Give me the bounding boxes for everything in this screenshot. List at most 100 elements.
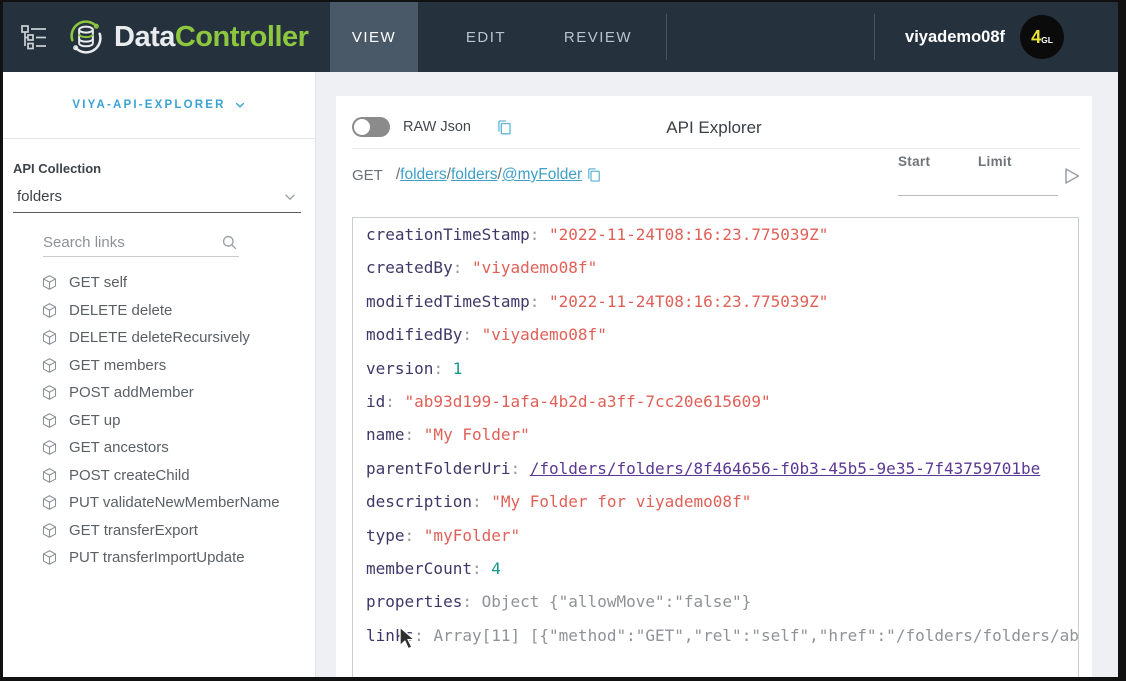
tab-review[interactable]: REVIEW xyxy=(554,2,642,72)
endpoint-label: DELETE delete xyxy=(69,302,172,319)
header-brand-area: DataController xyxy=(3,2,330,72)
request-path-link[interactable]: folders xyxy=(451,166,498,184)
endpoint-label: DELETE deleteRecursively xyxy=(69,329,250,346)
endpoint-cube-icon xyxy=(41,439,58,456)
screen: DataController VIEW EDIT REVIEW viyademo08… xyxy=(0,0,1126,681)
json-colon: : xyxy=(405,526,424,545)
panel-divider xyxy=(352,148,1080,149)
avatar[interactable]: 4 GL xyxy=(1020,15,1064,59)
copy-icon xyxy=(585,166,603,184)
search-links-input[interactable] xyxy=(43,234,220,251)
endpoint-label: GET up xyxy=(69,412,120,429)
search-icon xyxy=(220,233,239,252)
start-label: Start xyxy=(898,154,978,169)
endpoint-cube-icon xyxy=(41,467,58,484)
sidebar-endpoint-createChild[interactable]: POST createChild xyxy=(3,462,315,490)
json-colon: : xyxy=(530,225,549,244)
endpoint-label: GET members xyxy=(69,357,166,374)
tab-edit[interactable]: EDIT xyxy=(442,2,530,72)
user-menu[interactable]: viyademo08f 4 GL xyxy=(905,2,1118,72)
toggle-knob xyxy=(354,119,370,135)
endpoint-label: GET self xyxy=(69,274,127,291)
play-icon xyxy=(1062,166,1082,186)
sidebar-endpoint-deleteRecursively[interactable]: DELETE deleteRecursively xyxy=(3,324,315,352)
run-request-button[interactable] xyxy=(1062,166,1082,186)
endpoint-cube-icon xyxy=(41,549,58,566)
endpoint-label: POST createChild xyxy=(69,467,190,484)
json-key: modifiedTimeStamp xyxy=(366,292,530,311)
json-value: "viyademo08f" xyxy=(472,258,597,277)
json-colon: : xyxy=(462,325,481,344)
tree-menu-icon[interactable] xyxy=(17,20,51,54)
endpoint-label: GET transferExport xyxy=(69,522,198,539)
json-colon: : xyxy=(472,492,491,511)
header-divider-2 xyxy=(874,14,875,60)
json-value: 4 xyxy=(491,559,501,578)
json-key: modifiedBy xyxy=(366,325,462,344)
json-value: "2022-11-24T08:16:23.775039Z" xyxy=(549,225,828,244)
sidebar: VIYA-API-EXPLORER API Collection folders… xyxy=(3,72,316,677)
json-value: "2022-11-24T08:16:23.775039Z" xyxy=(549,292,828,311)
json-colon: : xyxy=(472,559,491,578)
json-key: version xyxy=(366,359,433,378)
header-spacer xyxy=(667,2,874,72)
copy-url-button[interactable] xyxy=(585,166,603,184)
json-value: "myFolder" xyxy=(424,526,520,545)
endpoint-label: GET ancestors xyxy=(69,439,169,456)
endpoint-label: POST addMember xyxy=(69,384,194,401)
json-colon: : xyxy=(511,459,530,478)
sidebar-endpoint-up[interactable]: GET up xyxy=(3,407,315,435)
api-collection-select[interactable]: folders xyxy=(13,188,301,213)
json-row: modifiedTimeStamp: "2022-11-24T08:16:23.… xyxy=(366,285,1078,318)
json-value: "My Folder" xyxy=(424,425,530,444)
sidebar-endpoint-members[interactable]: GET members xyxy=(3,352,315,380)
start-limit-input[interactable] xyxy=(898,195,1058,196)
app-window: DataController VIEW EDIT REVIEW viyademo08… xyxy=(3,2,1118,677)
sidebar-endpoint-transferExport[interactable]: GET transferExport xyxy=(3,517,315,545)
app-title: DataController xyxy=(114,21,308,54)
json-row: createdBy: "viyademo08f" xyxy=(366,251,1078,284)
json-value: Object {"allowMove":"false"} xyxy=(482,592,752,611)
limit-label: Limit xyxy=(978,154,1058,169)
json-row: description: "My Folder for viyademo08f" xyxy=(366,485,1078,518)
param-labels: Start Limit xyxy=(898,154,1058,169)
endpoint-label: PUT transferImportUpdate xyxy=(69,549,245,566)
json-value[interactable]: /folders/folders/8f464656-f0b3-45b5-9e35… xyxy=(530,459,1041,478)
json-response-viewer: creationTimeStamp: "2022-11-24T08:16:23.… xyxy=(352,217,1079,677)
username-label: viyademo08f xyxy=(905,28,1005,47)
sidebar-endpoint-self[interactable]: GET self xyxy=(3,269,315,297)
chevron-down-icon xyxy=(234,99,246,111)
expander-icon[interactable]: ▶ xyxy=(352,585,353,618)
project-selector[interactable]: VIYA-API-EXPLORER xyxy=(3,72,315,139)
request-path-link[interactable]: @myFolder xyxy=(502,166,582,184)
sidebar-endpoint-delete[interactable]: DELETE delete xyxy=(3,297,315,325)
raw-json-label: RAW Json xyxy=(403,119,471,135)
api-collection-section: API Collection folders xyxy=(13,161,301,213)
copy-response-button[interactable] xyxy=(495,118,514,137)
sidebar-endpoint-addMember[interactable]: POST addMember xyxy=(3,379,315,407)
endpoint-cube-icon xyxy=(41,522,58,539)
avatar-text-sub: GL xyxy=(1041,35,1053,45)
json-key: creationTimeStamp xyxy=(366,225,530,244)
json-key: links xyxy=(366,626,414,645)
chevron-down-icon xyxy=(283,190,297,204)
sidebar-endpoint-transferImportUpdate[interactable]: PUT transferImportUpdate xyxy=(3,544,315,572)
sidebar-endpoint-validateNewMemberName[interactable]: PUT validateNewMemberName xyxy=(3,489,315,517)
request-method: GET xyxy=(352,167,383,184)
tab-view[interactable]: VIEW xyxy=(330,2,418,72)
json-key: name xyxy=(366,425,405,444)
request-row: GET /folders/folders/@myFolder xyxy=(352,158,603,192)
expander-icon[interactable]: ▶ xyxy=(352,619,353,652)
json-colon: : xyxy=(433,359,452,378)
avatar-text-main: 4 xyxy=(1031,27,1041,48)
pagination-params: Start Limit xyxy=(898,154,1058,196)
request-path-link[interactable]: folders xyxy=(400,166,447,184)
raw-json-toggle[interactable] xyxy=(352,117,390,137)
main-nav-tabs: VIEW EDIT REVIEW xyxy=(330,2,666,72)
endpoint-links-list: GET self DELETE delete DELETE deleteRecu… xyxy=(3,269,315,572)
json-row: name: "My Folder" xyxy=(366,418,1078,451)
top-navbar: DataController VIEW EDIT REVIEW viyademo08… xyxy=(3,2,1118,72)
app-title-word1: Data xyxy=(114,21,175,53)
endpoint-cube-icon xyxy=(41,384,58,401)
sidebar-endpoint-ancestors[interactable]: GET ancestors xyxy=(3,434,315,462)
